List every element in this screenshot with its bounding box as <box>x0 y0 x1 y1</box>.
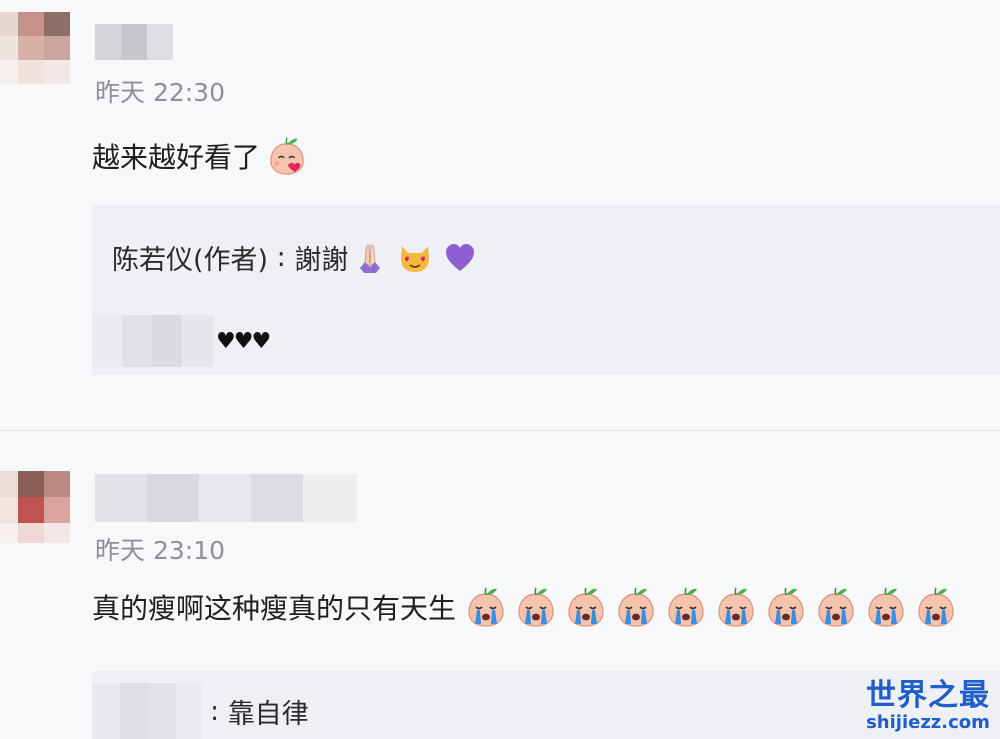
reply-box: : 靠自律 <box>92 671 1000 739</box>
peach-crying-emoji-icon <box>618 587 654 627</box>
reply-separator: : <box>268 242 295 273</box>
reply-text: 謝謝 <box>294 245 349 276</box>
username-redacted[interactable] <box>95 24 173 60</box>
peach-crying-emoji-icon <box>668 587 704 627</box>
peach-kiss-emoji-icon <box>270 137 304 175</box>
reply-box: 陈若仪(作者) : 謝謝 ♥♥♥ <box>92 205 1000 375</box>
site-watermark: 世界之最 shijiezz.com <box>866 679 990 733</box>
watermark-title: 世界之最 <box>866 678 990 713</box>
peach-crying-emoji-icon <box>768 587 804 627</box>
crying-emoji-row <box>466 586 956 628</box>
heart-eyes-cat-icon <box>401 245 430 272</box>
peach-crying-emoji-icon <box>518 587 554 627</box>
reply-item: : 靠自律 <box>92 683 309 739</box>
comment-timestamp: 昨天 22:30 <box>95 78 225 107</box>
reply-item: ♥♥♥ <box>92 315 271 367</box>
reply-text: ♥♥♥ <box>216 328 271 354</box>
comment-body: 越来越好看了 <box>92 141 261 174</box>
reply-text: 靠自律 <box>227 698 309 730</box>
purple-heart-icon <box>446 243 475 271</box>
watermark-url: shijiezz.com <box>866 712 990 733</box>
peach-crying-emoji-icon <box>868 587 904 627</box>
avatar[interactable] <box>0 12 70 84</box>
reply-separator: : <box>210 695 228 727</box>
username-redacted[interactable] <box>95 474 357 522</box>
peach-crying-emoji-icon <box>818 587 854 627</box>
praying-hands-icon <box>360 244 381 273</box>
reply-author[interactable]: 陈若仪(作者) <box>112 238 268 277</box>
peach-crying-emoji-icon <box>718 587 754 627</box>
avatar[interactable] <box>0 471 70 543</box>
comment-item: 昨天 23:10 真的瘦啊这种瘦真的只有天生 : 靠自律 <box>0 431 1000 739</box>
comment-text: 越来越好看了 <box>92 136 306 176</box>
reply-username-redacted[interactable] <box>92 315 214 367</box>
comment-item: 昨天 22:30 越来越好看了 陈若仪(作者) : 謝謝 ♥♥♥ <box>0 0 1000 430</box>
comment-text: 真的瘦啊这种瘦真的只有天生 <box>92 586 956 628</box>
peach-crying-emoji-icon <box>468 587 504 627</box>
comment-body: 真的瘦啊这种瘦真的只有天生 <box>92 592 457 625</box>
comment-timestamp: 昨天 23:10 <box>95 536 225 565</box>
peach-crying-emoji-icon <box>568 587 604 627</box>
reply-item: 陈若仪(作者) : 謝謝 <box>112 238 476 277</box>
comment-thread: 昨天 22:30 越来越好看了 陈若仪(作者) : 謝謝 ♥♥♥ 昨天 23:1… <box>0 0 1000 739</box>
peach-crying-emoji-icon <box>918 587 954 627</box>
reply-username-redacted[interactable] <box>92 683 202 739</box>
